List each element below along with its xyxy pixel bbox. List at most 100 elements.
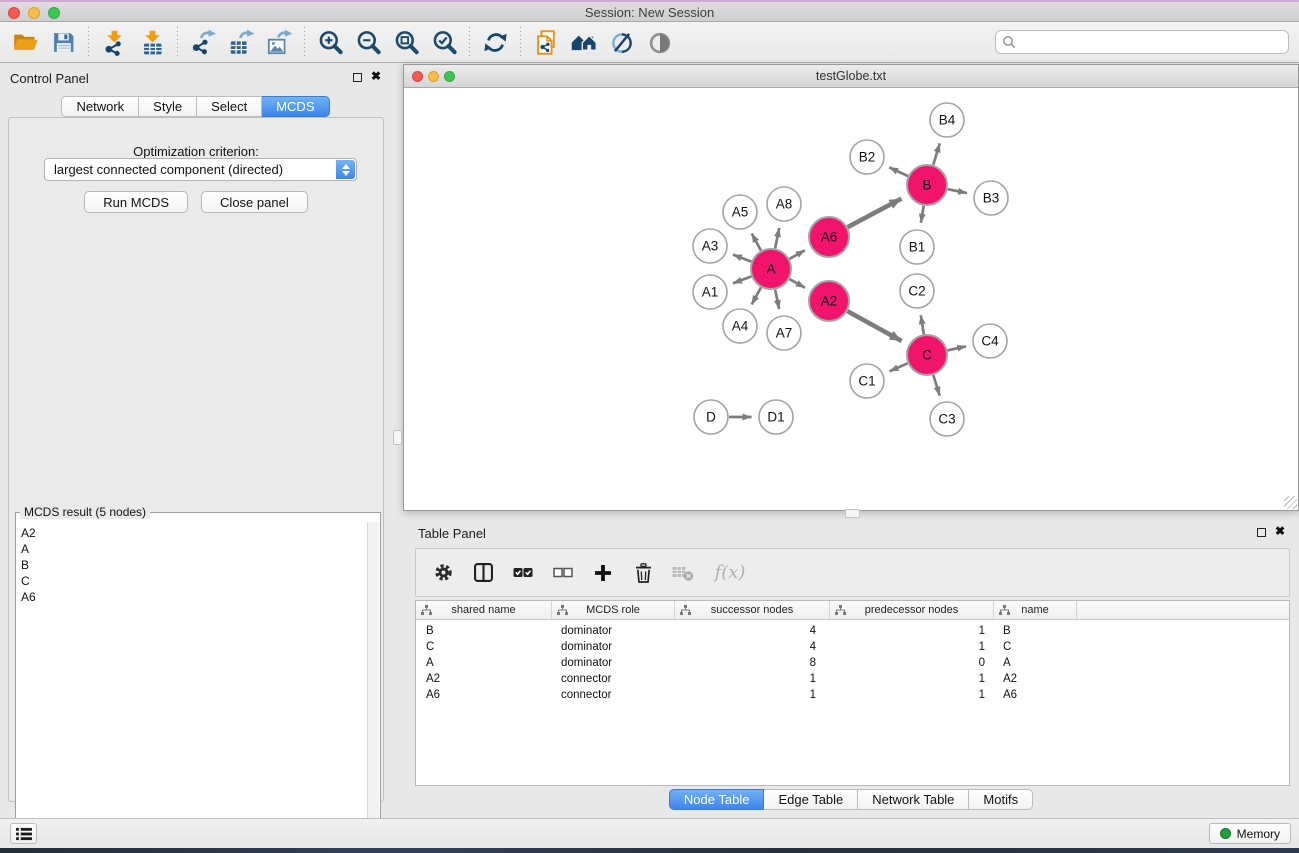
add-column-button[interactable]	[588, 558, 618, 588]
result-item[interactable]: C	[21, 573, 367, 589]
refresh-view-button[interactable]	[476, 24, 514, 60]
float-panel-icon[interactable]	[1257, 528, 1266, 537]
graph-node-A8[interactable]: A8	[767, 187, 801, 221]
edge-A-A7[interactable]	[775, 290, 779, 309]
table-row[interactable]: Adominator80A	[416, 655, 1289, 671]
table-cell[interactable]: 1	[830, 623, 994, 639]
deselect-all-button[interactable]	[548, 558, 578, 588]
edge-A-A3[interactable]	[733, 255, 752, 262]
network-graph[interactable]: B4B2BB3B1A5A8A6A3AA1A2A4A7C2C4CC1C3DD1	[404, 88, 1298, 510]
result-item[interactable]: A	[21, 541, 367, 557]
tab-network-table[interactable]: Network Table	[858, 789, 969, 810]
vertical-divider-grip[interactable]	[393, 430, 402, 445]
table-cell[interactable]: A6	[416, 687, 552, 703]
tab-motifs[interactable]: Motifs	[969, 789, 1033, 810]
apply-layout-button[interactable]	[565, 24, 603, 60]
graph-node-C2[interactable]: C2	[900, 274, 934, 308]
table-cell[interactable]: 4	[675, 639, 830, 655]
horizontal-divider-grip[interactable]	[845, 509, 860, 518]
graph-node-B1[interactable]: B1	[900, 230, 934, 264]
table-cell[interactable]: A6	[994, 687, 1077, 703]
table-cell[interactable]: 1	[675, 671, 830, 687]
network-window-titlebar[interactable]: testGlobe.txt	[404, 65, 1298, 88]
edge-A-A1[interactable]	[733, 276, 752, 283]
graph-node-A[interactable]: A	[751, 249, 791, 289]
table-row[interactable]: A6connector11A6	[416, 687, 1289, 703]
float-panel-icon[interactable]	[353, 73, 362, 82]
toggle-graphics-button[interactable]	[641, 24, 679, 60]
tab-network[interactable]: Network	[61, 96, 139, 117]
table-cell[interactable]: B	[994, 623, 1077, 639]
network-canvas[interactable]: B4B2BB3B1A5A8A6A3AA1A2A4A7C2C4CC1C3DD1	[404, 88, 1298, 510]
graph-node-C4[interactable]: C4	[973, 324, 1007, 358]
tab-edge-table[interactable]: Edge Table	[764, 789, 858, 810]
table-cell[interactable]: 0	[830, 655, 994, 671]
zoom-selected-button[interactable]	[425, 24, 463, 60]
table-cell[interactable]: 1	[830, 639, 994, 655]
column-header-predecessor-nodes[interactable]: predecessor nodes	[830, 601, 994, 619]
edge-B-B4[interactable]	[933, 143, 940, 165]
table-cell[interactable]: A	[994, 655, 1077, 671]
edge-A2-C[interactable]	[847, 311, 901, 341]
table-cell[interactable]: dominator	[552, 655, 675, 671]
optimization-criterion-select[interactable]: largest connected component (directed)	[44, 158, 357, 181]
zoom-in-button[interactable]	[311, 24, 349, 60]
table-cell[interactable]: A	[416, 655, 552, 671]
search-input[interactable]	[1016, 33, 1288, 51]
result-scrollbar[interactable]	[367, 522, 379, 849]
hide-panels-button[interactable]	[603, 24, 641, 60]
import-table-button[interactable]	[133, 24, 171, 60]
graph-node-A1[interactable]: A1	[693, 275, 727, 309]
graph-node-C[interactable]: C	[907, 335, 947, 375]
export-table-button[interactable]	[222, 24, 260, 60]
split-panel-button[interactable]	[468, 558, 498, 588]
edge-B-B3[interactable]	[948, 189, 967, 193]
edge-A-A4[interactable]	[752, 287, 761, 304]
window-resize-grip[interactable]	[1284, 496, 1297, 509]
close-panel-icon[interactable]: ✖	[1275, 524, 1285, 538]
delete-column-button[interactable]	[628, 558, 658, 588]
edge-A-A5[interactable]	[752, 234, 761, 251]
tab-mcds[interactable]: MCDS	[262, 96, 329, 117]
result-item[interactable]: A6	[21, 589, 367, 605]
open-session-button[interactable]	[6, 24, 44, 60]
table-cell[interactable]: C	[416, 639, 552, 655]
edge-A-A8[interactable]	[775, 228, 779, 248]
graph-node-A2[interactable]: A2	[809, 281, 849, 321]
graph-node-B4[interactable]: B4	[930, 103, 964, 137]
table-cell[interactable]: B	[416, 623, 552, 639]
memory-button[interactable]: Memory	[1209, 823, 1291, 844]
edge-A6-B[interactable]	[848, 199, 902, 228]
column-header-shared-name[interactable]: shared name	[416, 601, 552, 619]
edge-B-B1[interactable]	[921, 206, 924, 223]
column-header-name[interactable]: name	[994, 601, 1077, 619]
graph-node-D[interactable]: D	[694, 400, 728, 434]
table-cell[interactable]: A2	[994, 671, 1077, 687]
save-session-button[interactable]	[44, 24, 82, 60]
table-row[interactable]: Cdominator41C	[416, 639, 1289, 655]
table-row[interactable]: A2connector11A2	[416, 671, 1289, 687]
graph-node-A3[interactable]: A3	[693, 229, 727, 263]
tab-style[interactable]: Style	[139, 96, 197, 117]
table-cell[interactable]: 1	[830, 687, 994, 703]
edge-C-C1[interactable]	[890, 363, 908, 371]
table-cell[interactable]: A2	[416, 671, 552, 687]
edge-B-B2[interactable]	[889, 167, 908, 176]
table-cell[interactable]: 1	[830, 671, 994, 687]
table-cell[interactable]: dominator	[552, 639, 675, 655]
graph-node-D1[interactable]: D1	[759, 400, 793, 434]
graph-node-A4[interactable]: A4	[723, 309, 757, 343]
graph-node-B3[interactable]: B3	[974, 181, 1008, 215]
function-builder-button[interactable]: f(x)	[708, 558, 752, 588]
close-panel-icon[interactable]: ✖	[371, 69, 381, 83]
clone-network-button[interactable]	[527, 24, 565, 60]
table-cell[interactable]: 4	[675, 623, 830, 639]
edge-C-C3[interactable]	[933, 375, 939, 396]
search-box[interactable]	[995, 30, 1289, 54]
export-network-button[interactable]	[184, 24, 222, 60]
export-image-button[interactable]	[260, 24, 298, 60]
tab-select[interactable]: Select	[197, 96, 262, 117]
result-item[interactable]: A2	[21, 525, 367, 541]
graph-node-C1[interactable]: C1	[850, 364, 884, 398]
graph-node-B2[interactable]: B2	[850, 140, 884, 174]
